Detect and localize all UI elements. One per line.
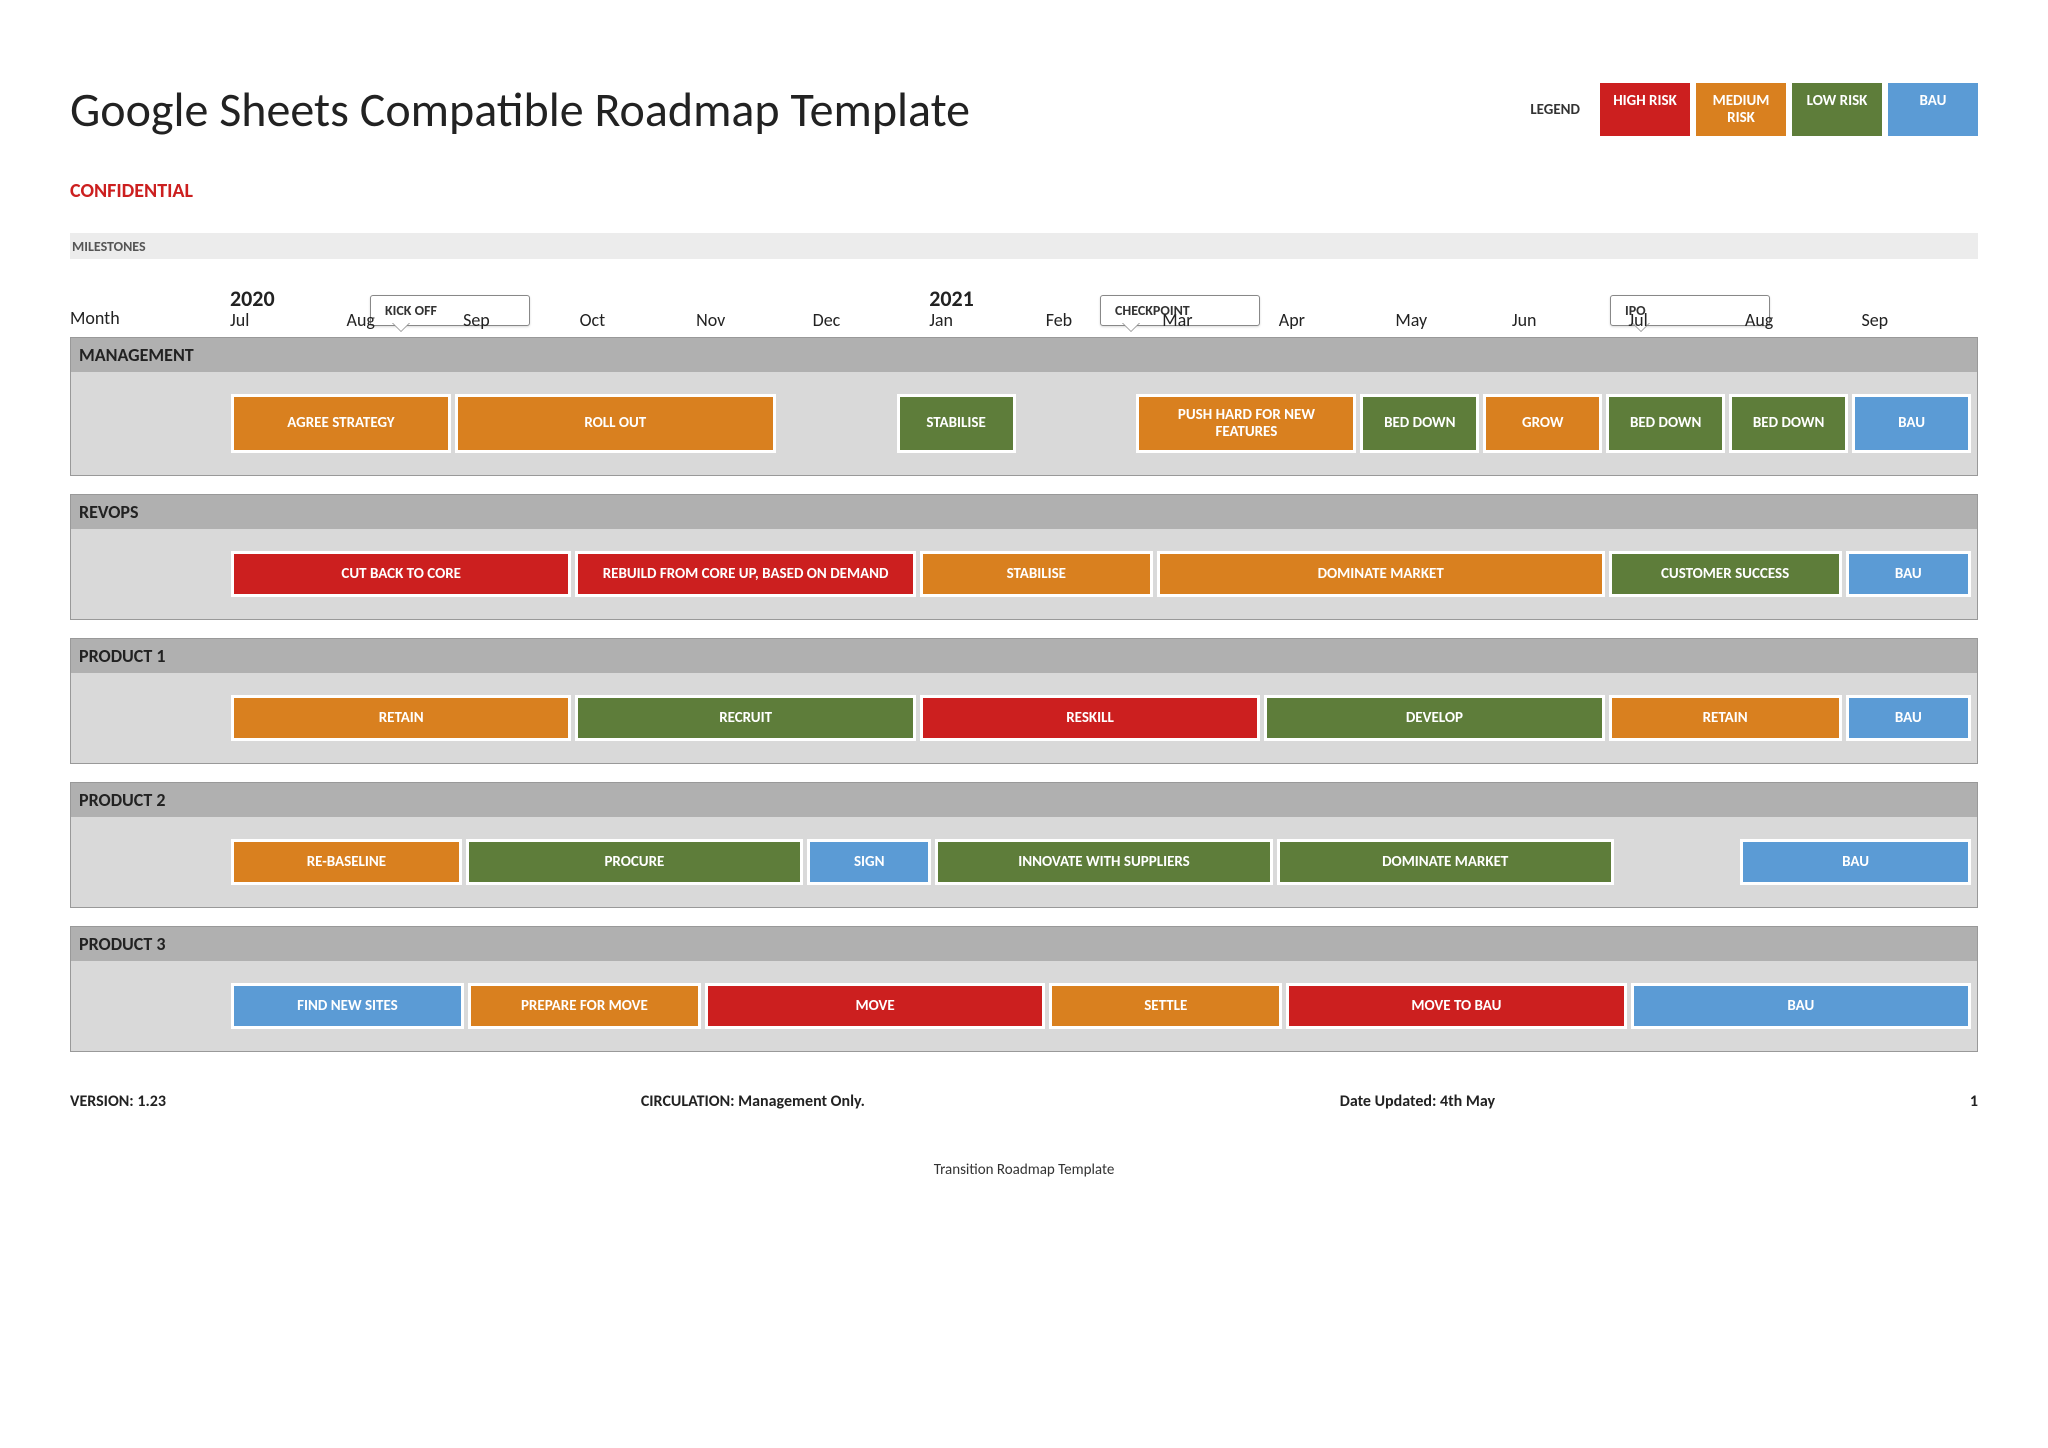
roadmap-bar: RESKILL [920, 695, 1260, 741]
roadmap-bar: BAU [1740, 839, 1971, 885]
months-row-label: Month [70, 307, 230, 331]
roadmap-bar [1618, 839, 1736, 885]
swimlane: PRODUCT 2 RE-BASELINEPROCURESIGNINNOVATE … [70, 782, 1978, 908]
month-cell: Aug [1745, 309, 1862, 331]
swimlane: PRODUCT 1RETAINRECRUITRESKILLDEVELOPRETA… [70, 638, 1978, 764]
swimlane-header: REVOPS [71, 495, 1977, 529]
month-cell: Jan [929, 309, 1046, 331]
month-cell: Sep [463, 309, 580, 331]
roadmap-bar: MOVE [705, 983, 1045, 1029]
year-label: 2020 [230, 285, 275, 312]
date-updated-text: Date Updated: 4th May [1340, 1092, 1495, 1111]
year-label: 2021 [929, 285, 974, 312]
roadmap-bar: PROCURE [466, 839, 803, 885]
milestones-label: MILESTONES [70, 238, 230, 255]
months-grid: JulAugSepOctNovDecJanFebMarAprMayJunJulA… [230, 309, 1978, 331]
roadmap-bar: BED DOWN [1606, 394, 1725, 453]
roadmap-bar: SETTLE [1049, 983, 1282, 1029]
roadmap-bar [1020, 394, 1133, 453]
roadmap-bar: AGREE STRATEGY [231, 394, 451, 453]
confidential-label: CONFIDENTIAL [70, 179, 1978, 203]
version-text: VERSION: 1.23 [70, 1092, 166, 1111]
roadmap-bar: BAU [1846, 695, 1971, 741]
swimlane-header: PRODUCT 2 [71, 783, 1977, 817]
roadmap-bar: BAU [1846, 551, 1971, 597]
bottom-caption: Transition Roadmap Template [70, 1161, 1978, 1179]
roadmap-bar: BED DOWN [1729, 394, 1848, 453]
month-cell: Nov [696, 309, 813, 331]
roadmap-bar: STABILISE [897, 394, 1016, 453]
roadmap-bar: DOMINATE MARKET [1157, 551, 1605, 597]
swimlane: REVOPS CUT BACK TO COREREBUILD FROM CORE … [70, 494, 1978, 620]
legend-label: LEGEND [1530, 101, 1580, 119]
months-row: Month JulAugSepOctNovDecJanFebMarAprMayJ… [70, 307, 1978, 331]
page-number: 1 [1970, 1092, 1978, 1111]
roadmap-bar [780, 394, 893, 453]
month-cell: Jun [1512, 309, 1629, 331]
roadmap-bar: CUSTOMER SUCCESS [1609, 551, 1842, 597]
month-cell: Sep [1861, 309, 1978, 331]
legend-badge: BAU [1888, 83, 1978, 136]
roadmap-bar: BAU [1631, 983, 1971, 1029]
month-cell: Feb [1046, 309, 1163, 331]
roadmap-bar: FIND NEW SITES [231, 983, 464, 1029]
page-title: Google Sheets Compatible Roadmap Templat… [70, 80, 970, 139]
roadmap-bar: INNOVATE WITH SUPPLIERS [935, 839, 1272, 885]
swimlane-header: PRODUCT 1 [71, 639, 1977, 673]
month-cell: Aug [347, 309, 464, 331]
roadmap-bar: BED DOWN [1360, 394, 1479, 453]
legend-badge: MEDIUM RISK [1696, 83, 1786, 136]
roadmap-bar: ROLL OUT [455, 394, 776, 453]
month-cell: Jul [230, 309, 347, 331]
legend-badge: HIGH RISK [1600, 83, 1690, 136]
swimlane: PRODUCT 3FIND NEW SITESPREPARE FOR MOVEM… [70, 926, 1978, 1052]
roadmap-bar: RECRUIT [575, 695, 915, 741]
swimlane-header: PRODUCT 3 [71, 927, 1977, 961]
month-cell: Apr [1279, 309, 1396, 331]
roadmap-bar: PREPARE FOR MOVE [468, 983, 701, 1029]
roadmap-bar: RETAIN [1609, 695, 1842, 741]
header: Google Sheets Compatible Roadmap Templat… [70, 80, 1978, 139]
roadmap-bar: DEVELOP [1264, 695, 1604, 741]
roadmap-bar: REBUILD FROM CORE UP, BASED ON DEMAND [575, 551, 915, 597]
roadmap-bar: STABILISE [920, 551, 1153, 597]
swimlane: MANAGEMENT AGREE STRATEGYROLL OUT STABILIS… [70, 337, 1978, 476]
roadmap-bar: PUSH HARD FOR NEW FEATURES [1136, 394, 1356, 453]
legend: LEGEND HIGH RISKMEDIUM RISKLOW RISKBAU [1530, 83, 1978, 136]
circulation-text: CIRCULATION: Management Only. [641, 1092, 865, 1111]
month-cell: Jul [1628, 309, 1745, 331]
milestones-row: MILESTONES [70, 233, 1978, 259]
roadmap-bar: RE-BASELINE [231, 839, 462, 885]
month-cell: Dec [813, 309, 930, 331]
roadmap-bar: CUT BACK TO CORE [231, 551, 571, 597]
roadmap-bar: BAU [1852, 394, 1971, 453]
month-cell: Mar [1162, 309, 1279, 331]
footer: VERSION: 1.23 CIRCULATION: Management On… [70, 1092, 1978, 1111]
legend-badge: LOW RISK [1792, 83, 1882, 136]
roadmap-bar: RETAIN [231, 695, 571, 741]
roadmap-bar: GROW [1483, 394, 1602, 453]
roadmap-bar: DOMINATE MARKET [1277, 839, 1614, 885]
month-cell: May [1395, 309, 1512, 331]
roadmap-bar: MOVE TO BAU [1286, 983, 1626, 1029]
timeline: MILESTONES KICK OFFCHECKPOINTIPO Month J… [70, 233, 1978, 1052]
swimlane-header: MANAGEMENT [71, 338, 1977, 372]
roadmap-bar: SIGN [807, 839, 931, 885]
month-cell: Oct [580, 309, 697, 331]
